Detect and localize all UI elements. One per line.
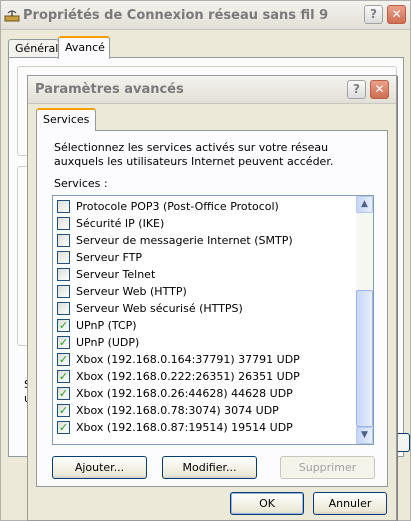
chevron-down-icon: ▼ (361, 430, 368, 440)
service-label: Serveur Web (HTTP) (76, 285, 187, 298)
services-description: Sélectionnez les services activés sur vo… (54, 141, 334, 168)
cancel-button[interactable]: Annuler (313, 492, 387, 515)
network-connection-icon (4, 10, 20, 22)
main-titlebar: Propriétés de Connexion réseau sans fil … (1, 1, 410, 30)
main-button-edge[interactable] (396, 433, 410, 452)
service-checkbox[interactable]: ✓ (57, 387, 70, 400)
edit-button[interactable]: Modifier... (162, 456, 257, 479)
service-checkbox[interactable] (57, 200, 70, 213)
dialog-help-button[interactable]: ? (347, 80, 366, 99)
dialog-close-button[interactable]: ✕ (370, 80, 389, 99)
service-checkbox[interactable]: ✓ (57, 370, 70, 383)
delete-button[interactable]: Supprimer (280, 456, 375, 479)
add-button[interactable]: Ajouter... (52, 456, 147, 479)
scroll-down-button[interactable]: ▼ (356, 427, 373, 444)
checkmark-icon: ✓ (58, 370, 69, 383)
service-label: Xbox (192.168.0.78:3074) 3074 UDP (76, 404, 279, 417)
service-checkbox[interactable] (57, 302, 70, 315)
service-label: UPnP (TCP) (76, 319, 137, 332)
advanced-settings-dialog: Paramètres avancés ? ✕ Services Sélectio… (27, 75, 397, 521)
main-window-title: Propriétés de Connexion réseau sans fil … (23, 8, 329, 23)
service-checkbox[interactable] (57, 251, 70, 264)
services-listbox[interactable]: ▲ ▼ Protocole POP3 (Post-Office Protocol… (52, 195, 374, 445)
service-checkbox[interactable] (57, 234, 70, 247)
service-checkbox[interactable] (57, 217, 70, 230)
checkmark-icon: ✓ (58, 336, 69, 349)
service-label: Xbox (192.168.0.164:37791) 37791 UDP (76, 353, 300, 366)
service-label: Serveur Web sécurisé (HTTPS) (76, 302, 243, 315)
service-label: Protocole POP3 (Post-Office Protocol) (76, 200, 279, 213)
main-help-button[interactable]: ? (364, 5, 383, 24)
ok-button[interactable]: OK (230, 492, 304, 515)
service-label: Xbox (192.168.0.87:19514) 19514 UDP (76, 421, 293, 434)
scroll-up-button[interactable]: ▲ (356, 196, 373, 213)
services-scrollbar[interactable]: ▲ ▼ (356, 196, 373, 444)
main-close-button[interactable]: ✕ (387, 5, 406, 24)
service-checkbox[interactable]: ✓ (57, 353, 70, 366)
service-checkbox[interactable] (57, 268, 70, 281)
dialog-titlebar: Paramètres avancés ? ✕ (28, 76, 396, 104)
tab-advanced[interactable]: Avancé (58, 36, 110, 59)
service-label: UPnP (UDP) (76, 336, 140, 349)
service-checkbox[interactable]: ✓ (57, 421, 70, 434)
tab-general[interactable]: Général (8, 39, 59, 58)
checkmark-icon: ✓ (58, 319, 69, 332)
service-label: Serveur de messagerie Internet (SMTP) (76, 234, 293, 247)
services-tabpanel: Sélectionnez les services activés sur vo… (36, 130, 388, 487)
service-checkbox[interactable]: ✓ (57, 336, 70, 349)
chevron-up-icon: ▲ (361, 199, 368, 209)
service-label: Xbox (192.168.0.222:26351) 26351 UDP (76, 370, 300, 383)
checkmark-icon: ✓ (58, 387, 69, 400)
service-checkbox[interactable]: ✓ (57, 319, 70, 332)
scroll-thumb[interactable] (356, 290, 373, 427)
service-label: Xbox (192.168.0.26:44628) 44628 UDP (76, 387, 293, 400)
service-label: Serveur FTP (76, 251, 143, 264)
checkmark-icon: ✓ (58, 404, 69, 417)
tab-services[interactable]: Services (36, 108, 96, 131)
service-label: Serveur Telnet (76, 268, 156, 281)
checkmark-icon: ✓ (58, 353, 69, 366)
checkmark-icon: ✓ (58, 421, 69, 434)
dialog-title: Paramètres avancés (35, 82, 184, 97)
services-list-label: Services : (54, 177, 108, 190)
service-checkbox[interactable]: ✓ (57, 404, 70, 417)
service-label: Sécurité IP (IKE) (76, 217, 165, 230)
service-checkbox[interactable] (57, 285, 70, 298)
